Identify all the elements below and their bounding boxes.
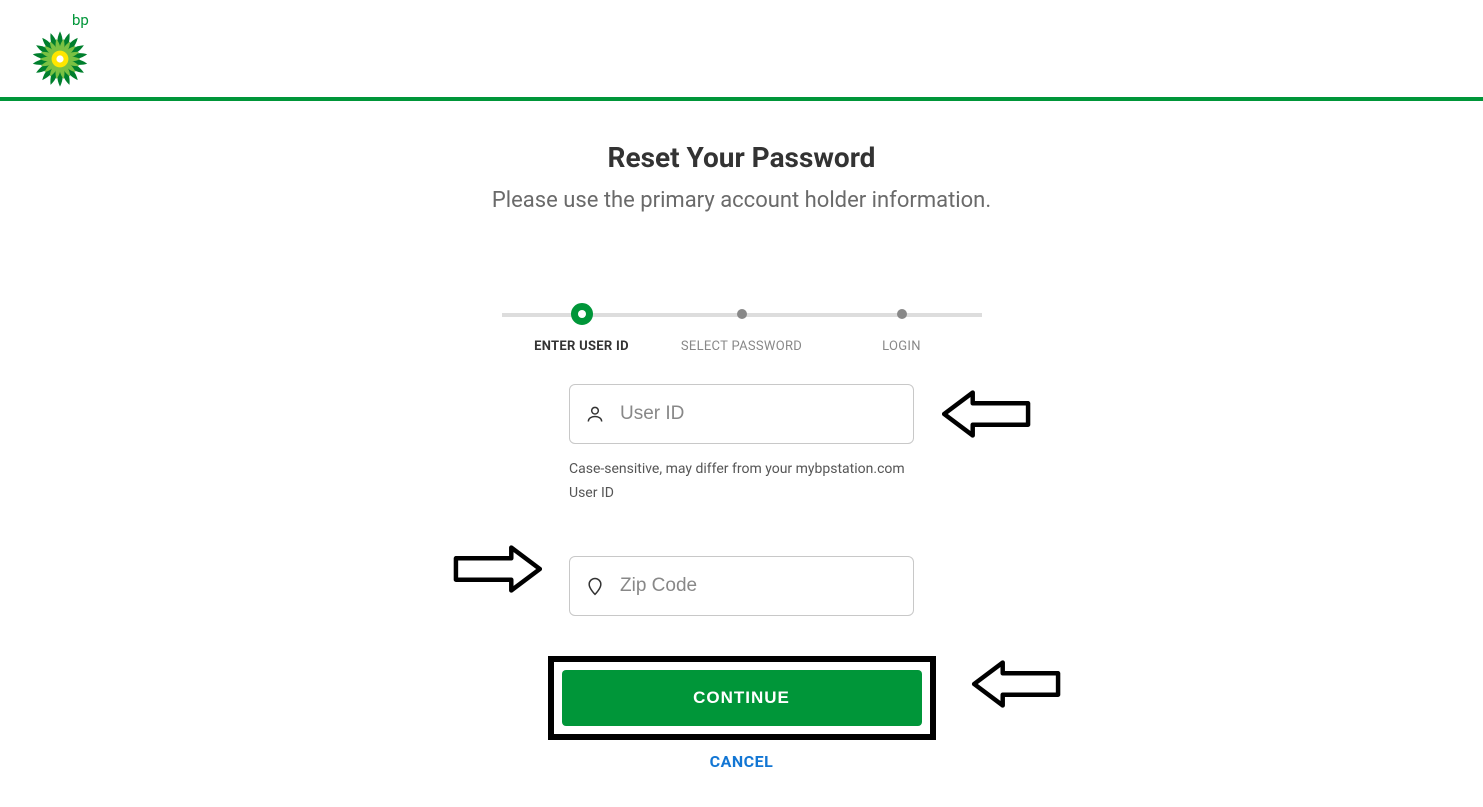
continue-button-highlight: CONTINUE (548, 656, 936, 740)
helios-icon (30, 29, 90, 89)
user-id-input[interactable] (569, 384, 914, 444)
step-label: SELECT PASSWORD (681, 339, 802, 354)
user-id-hint: Case-sensitive, may differ from your myb… (569, 458, 914, 506)
page-title: Reset Your Password (0, 141, 1483, 174)
page-subtitle: Please use the primary account holder in… (0, 188, 1483, 213)
zip-code-field-wrap (569, 556, 914, 616)
user-icon (585, 404, 605, 424)
step-dot-inactive (897, 309, 907, 319)
form-area: Case-sensitive, may differ from your myb… (0, 384, 1483, 771)
location-pin-icon (585, 576, 605, 596)
user-id-field-wrap (569, 384, 914, 444)
bp-logo[interactable]: bp (30, 11, 90, 89)
continue-button[interactable]: CONTINUE (562, 670, 922, 726)
step-enter-user-id: ENTER USER ID (502, 303, 662, 354)
annotation-arrow-icon (942, 389, 1032, 439)
step-login: LOGIN (822, 303, 982, 354)
progress-stepper: ENTER USER ID SELECT PASSWORD LOGIN (502, 303, 982, 354)
step-select-password: SELECT PASSWORD (662, 303, 822, 354)
step-label: ENTER USER ID (534, 339, 629, 354)
cancel-link[interactable]: CANCEL (710, 752, 774, 771)
step-label: LOGIN (882, 339, 921, 354)
bp-wordmark: bp (72, 11, 90, 29)
annotation-arrow-icon (962, 659, 1072, 709)
zip-code-input[interactable] (569, 556, 914, 616)
annotation-arrow-icon (452, 544, 542, 594)
header: bp (0, 0, 1483, 101)
step-dot-active (571, 303, 593, 325)
main-content: Reset Your Password Please use the prima… (0, 101, 1483, 771)
step-dot-inactive (737, 309, 747, 319)
